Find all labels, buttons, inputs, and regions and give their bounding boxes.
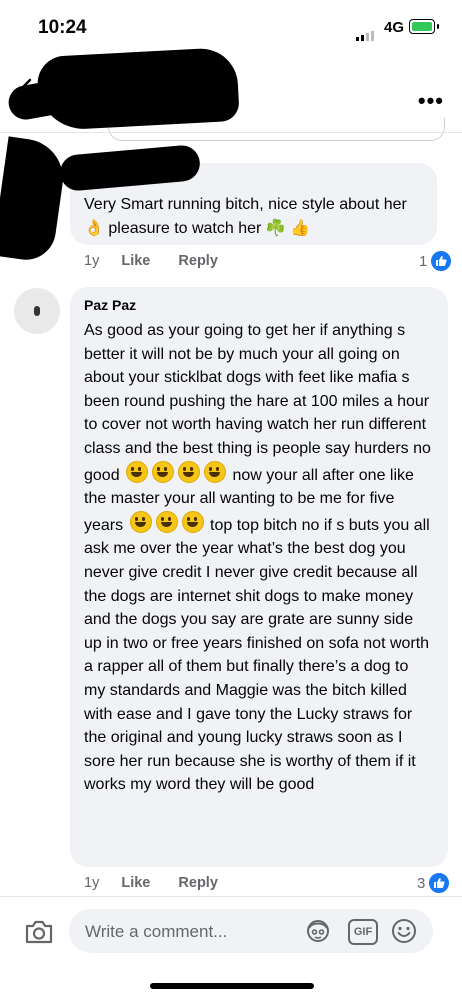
- grinning-emoji-icon: [178, 460, 201, 483]
- avatar[interactable]: [14, 288, 60, 334]
- comment-input[interactable]: [83, 909, 297, 955]
- like-thumb-icon: [428, 872, 451, 894]
- signal-icon: [356, 23, 376, 41]
- network-label: 4G: [384, 19, 405, 36]
- grinning-emoji-icon: [152, 460, 175, 483]
- grinning-emoji-icon: [204, 460, 227, 483]
- like-thumb-icon: [430, 250, 453, 272]
- status-time: 10:24: [38, 17, 87, 38]
- comment-bubble: Paz Paz As good as your going to get her…: [70, 287, 448, 867]
- reaction-count[interactable]: 1: [419, 250, 453, 272]
- redaction-mark: [0, 136, 69, 264]
- more-icon[interactable]: •••: [418, 88, 444, 114]
- reaction-count-label: 1: [419, 252, 428, 270]
- comment-actions: 1y Like Reply: [84, 875, 242, 891]
- reaction-count[interactable]: 3: [417, 872, 451, 894]
- comment-age: 1y: [84, 253, 100, 269]
- comment-text: Very Smart running bitch, nice style abo…: [84, 196, 407, 237]
- comment-author[interactable]: Paz Paz: [84, 297, 434, 313]
- status-bar: 10:24 4G: [0, 0, 462, 60]
- gif-icon[interactable]: GIF: [348, 919, 378, 945]
- grinning-emoji-icon: [129, 510, 152, 533]
- comment-age: 1y: [84, 875, 100, 891]
- divider: [0, 132, 462, 133]
- avatar-sticker-icon[interactable]: [305, 919, 331, 943]
- home-indicator: [150, 983, 314, 989]
- grinning-emoji-icon: [181, 510, 204, 533]
- reply-button[interactable]: Reply: [178, 875, 218, 891]
- comment-input-box[interactable]: GIF: [69, 909, 433, 955]
- like-button[interactable]: Like: [121, 253, 150, 269]
- reply-button[interactable]: Reply: [178, 253, 218, 269]
- emoji-icon[interactable]: [391, 918, 417, 944]
- like-button[interactable]: Like: [121, 875, 150, 891]
- grinning-emoji-icon: [155, 510, 178, 533]
- comment-actions: 1y Like Reply: [84, 253, 242, 269]
- reaction-count-label: 3: [417, 874, 426, 892]
- camera-icon[interactable]: [24, 919, 54, 945]
- comment-text: As good as your going to get her if anyt…: [84, 322, 431, 794]
- grinning-emoji-icon: [126, 460, 149, 483]
- battery-icon: [409, 19, 439, 34]
